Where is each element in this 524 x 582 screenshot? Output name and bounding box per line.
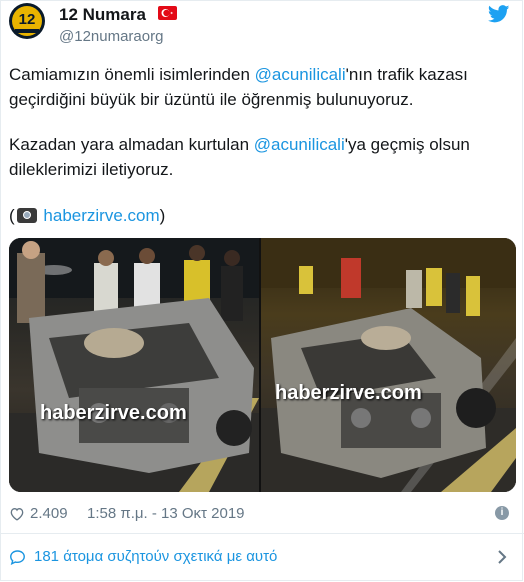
- heart-icon[interactable]: [9, 506, 25, 521]
- avatar[interactable]: 12: [9, 3, 45, 39]
- accident-photo-right[interactable]: haberzirve.com: [261, 238, 516, 492]
- like-count[interactable]: 2.409: [30, 503, 68, 525]
- conversation-link[interactable]: 181 άτομα συζητούν σχετικά με αυτό: [34, 546, 277, 568]
- paren-open: (: [9, 206, 15, 225]
- tweet-text: 'ya geçmiş olsun: [344, 135, 470, 154]
- source-link[interactable]: haberzirve.com: [43, 206, 159, 225]
- mention-link[interactable]: @acunilicali: [255, 65, 346, 84]
- tweet-text: 'nın trafik kazası: [345, 65, 468, 84]
- avatar-logo-text: 12: [18, 11, 36, 28]
- chevron-right-icon[interactable]: [497, 549, 507, 565]
- paren-close: ): [159, 206, 166, 225]
- tweet-text: geçirdiğini büyük bir üzüntü ile öğrenmi…: [9, 90, 414, 109]
- watermark-text: haberzirve.com: [40, 402, 187, 424]
- tweet-paragraph-2: Kazadan yara almadan kurtulan @acunilica…: [9, 132, 509, 182]
- media-gallery[interactable]: haberzirve.com haberzirve.com: [9, 238, 516, 492]
- divider: [1, 533, 524, 534]
- accident-photo-left[interactable]: haberzirve.com: [9, 238, 259, 492]
- speech-bubble-icon: [10, 550, 25, 565]
- tweet-paragraph-1: Camiamızın önemli isimlerinden @acunilic…: [9, 62, 509, 112]
- account-handle[interactable]: @12numaraorg: [59, 28, 163, 45]
- watermark-text: haberzirve.com: [275, 382, 422, 404]
- tweet-text: Kazadan yara almadan kurtulan: [9, 135, 254, 154]
- turkish-flag-icon: [158, 6, 177, 20]
- camera-icon: [16, 208, 37, 223]
- tweet-card: 12 12 Numara @12numaraorg Camiamızın öne…: [0, 0, 524, 581]
- info-icon[interactable]: i: [495, 506, 509, 520]
- tweet-text: dileklerimizi iletiyoruz.: [9, 160, 174, 179]
- tweet-text: Camiamızın önemli isimlerinden: [9, 65, 255, 84]
- mention-link[interactable]: @acunilicali: [254, 135, 345, 154]
- twitter-bird-icon[interactable]: [488, 5, 510, 23]
- tweet-timestamp[interactable]: 1:58 π.μ. - 13 Οκτ 2019: [87, 503, 245, 525]
- tweet-source-line: ( haberzirve.com): [9, 203, 509, 228]
- account-name[interactable]: 12 Numara: [59, 5, 146, 25]
